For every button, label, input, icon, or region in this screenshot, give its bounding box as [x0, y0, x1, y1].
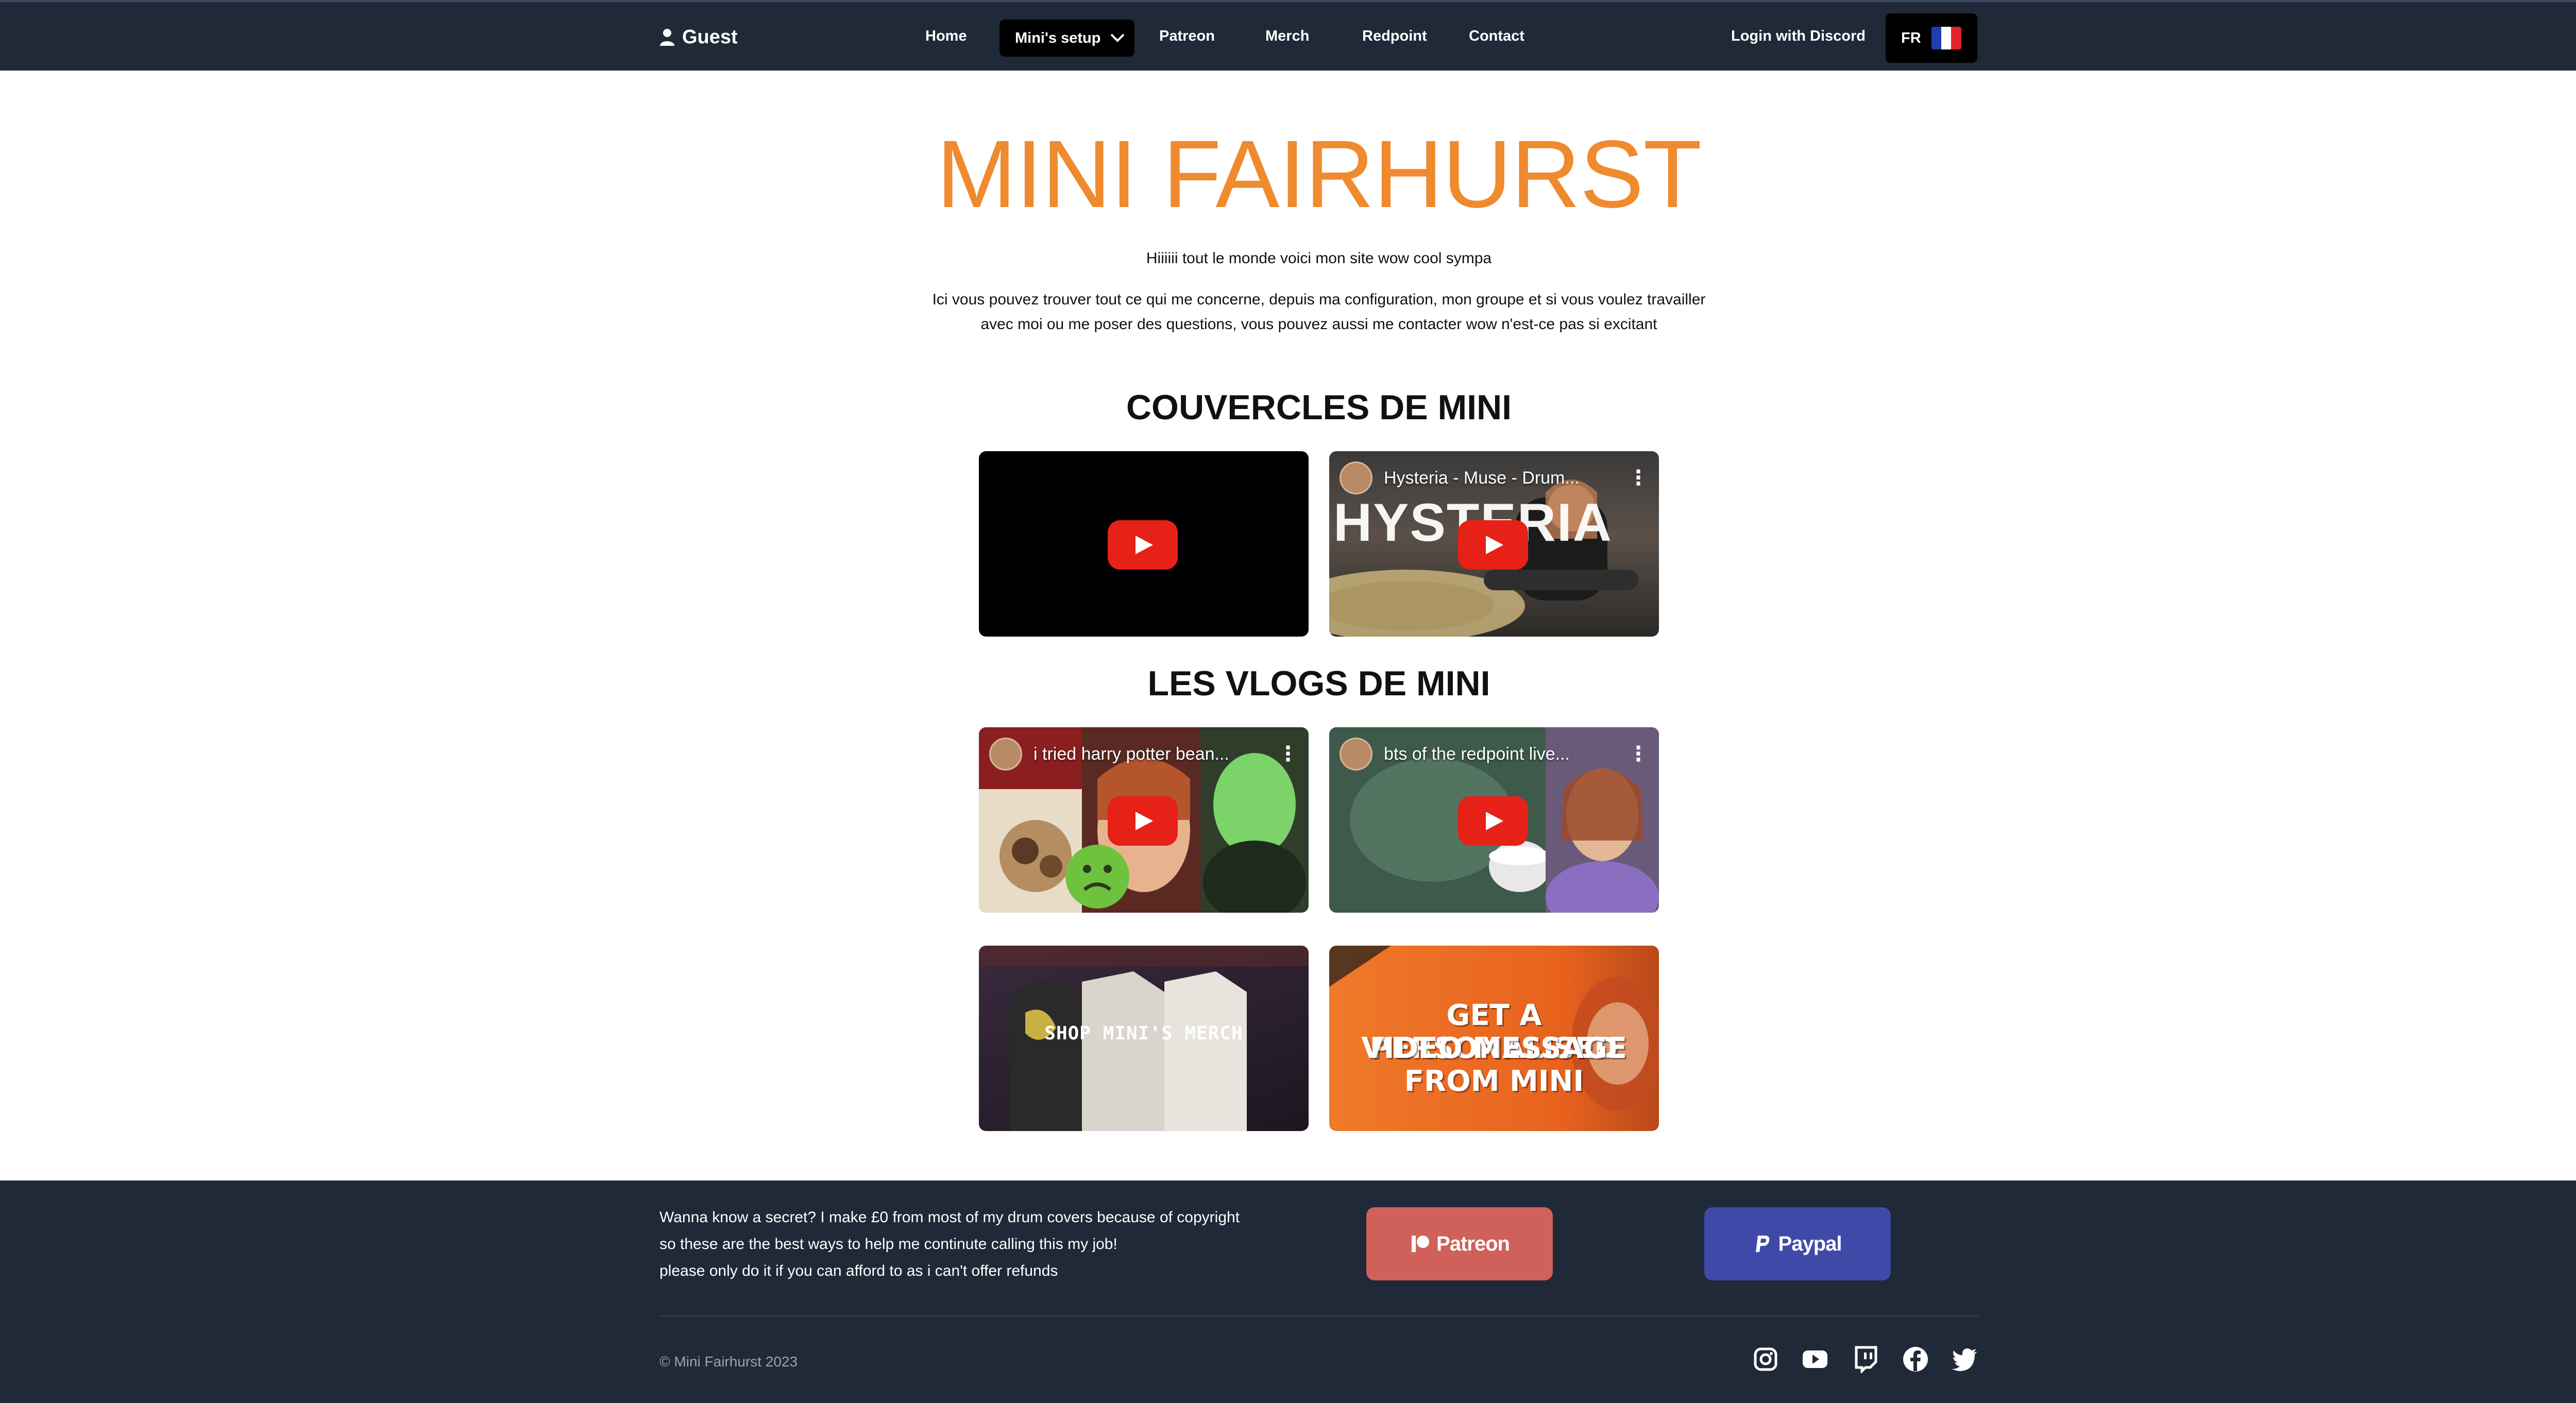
intro-text: Hiiiiii tout le monde voici mon site wow… — [922, 246, 1716, 337]
more-options-icon[interactable]: ⋮ — [1278, 742, 1298, 766]
video-header: bts of the redpoint live... ⋮ — [1340, 738, 1649, 771]
footer-divider — [659, 1315, 1978, 1316]
cameo-promo-line3: FROM MINI — [1404, 1065, 1584, 1098]
patreon-icon — [1412, 1236, 1430, 1252]
intro-description: Ici vous pouvez trouver tout ce qui me c… — [932, 291, 1706, 333]
vlog-video-2[interactable]: bts of the redpoint live... ⋮ — [1329, 727, 1659, 913]
user-label: Guest — [682, 26, 738, 48]
paypal-icon — [1755, 1236, 1769, 1252]
merch-promo-text: SHOP MINI'S MERCH — [1044, 1023, 1243, 1044]
chevron-down-icon — [1111, 33, 1125, 42]
copyright-text: © Mini Fairhurst 2023 — [659, 1354, 798, 1370]
patreon-button[interactable]: Patreon — [1366, 1207, 1553, 1280]
user-icon — [660, 29, 674, 46]
language-code: FR — [1901, 29, 1921, 46]
youtube-play-icon[interactable] — [1458, 520, 1528, 570]
nav-redpoint[interactable]: Redpoint — [1362, 28, 1427, 45]
merch-promo-card[interactable]: SHOP MINI'S MERCH — [979, 946, 1309, 1131]
nav-patreon[interactable]: Patreon — [1159, 28, 1215, 45]
facebook-icon[interactable] — [1902, 1345, 1929, 1373]
instagram-icon[interactable] — [1752, 1345, 1780, 1373]
video-title[interactable]: bts of the redpoint live... — [1384, 744, 1628, 764]
login-discord-link[interactable]: Login with Discord — [1731, 28, 1866, 45]
nav-setup-dropdown[interactable]: Mini's setup — [999, 20, 1134, 57]
more-options-icon[interactable]: ⋮ — [1628, 742, 1649, 766]
footer: Wanna know a secret? I make £0 from most… — [0, 1180, 2576, 1403]
cover-video-2[interactable]: HYSTERIA Hysteria - Muse - Drum... ⋮ — [1329, 451, 1659, 637]
twitch-icon[interactable] — [1852, 1345, 1879, 1373]
patreon-label: Patreon — [1436, 1232, 1510, 1255]
intro-greeting: Hiiiiii tout le monde voici mon site wow… — [1146, 250, 1492, 267]
nav-contact[interactable]: Contact — [1469, 28, 1524, 45]
vlog-video-1[interactable]: i tried harry potter bean... ⋮ — [979, 727, 1309, 913]
navbar: Guest Home Mini's setup Patreon Merch Re… — [0, 0, 2576, 71]
twitter-icon[interactable] — [1951, 1345, 1979, 1373]
covers-heading: COUVERCLES DE MINI — [1126, 388, 1512, 427]
youtube-icon[interactable] — [1801, 1345, 1829, 1373]
youtube-play-icon[interactable] — [1458, 796, 1528, 846]
paypal-button[interactable]: Paypal — [1704, 1207, 1891, 1280]
video-title[interactable]: i tried harry potter bean... — [1033, 744, 1278, 764]
youtube-play-icon[interactable] — [1108, 520, 1178, 570]
cover-video-1[interactable] — [979, 451, 1309, 637]
language-selector[interactable]: FR — [1886, 13, 1977, 63]
nav-home[interactable]: Home — [925, 28, 967, 45]
more-options-icon[interactable]: ⋮ — [1628, 466, 1649, 490]
channel-avatar — [989, 738, 1022, 771]
support-note: please only do it if you can afford to a… — [659, 1262, 1058, 1279]
video-header: Hysteria - Muse - Drum... ⋮ — [1340, 461, 1649, 494]
video-title[interactable]: Hysteria - Muse - Drum... — [1384, 468, 1628, 488]
video-header: i tried harry potter bean... ⋮ — [989, 738, 1298, 771]
support-text: Wanna know a secret? I make £0 from most… — [659, 1209, 1240, 1253]
page-title: MINI FAIRHURST — [936, 121, 1702, 228]
youtube-play-icon[interactable] — [1108, 796, 1178, 846]
paypal-label: Paypal — [1778, 1232, 1842, 1255]
vlogs-heading: LES VLOGS DE MINI — [1147, 664, 1490, 703]
cameo-promo-line2: VIDEO MESSAGE — [1361, 1032, 1627, 1065]
channel-avatar — [1340, 461, 1372, 494]
user-menu[interactable]: Guest — [659, 26, 738, 48]
cameo-promo-card[interactable]: GET A PERSONALISED VIDEO MESSAGE FROM MI… — [1329, 946, 1659, 1131]
support-message: Wanna know a secret? I make £0 from most… — [659, 1204, 1257, 1285]
nav-setup-label: Mini's setup — [1015, 29, 1101, 46]
france-flag-icon — [1931, 27, 1961, 49]
nav-merch[interactable]: Merch — [1265, 28, 1309, 45]
channel-avatar — [1340, 738, 1372, 771]
